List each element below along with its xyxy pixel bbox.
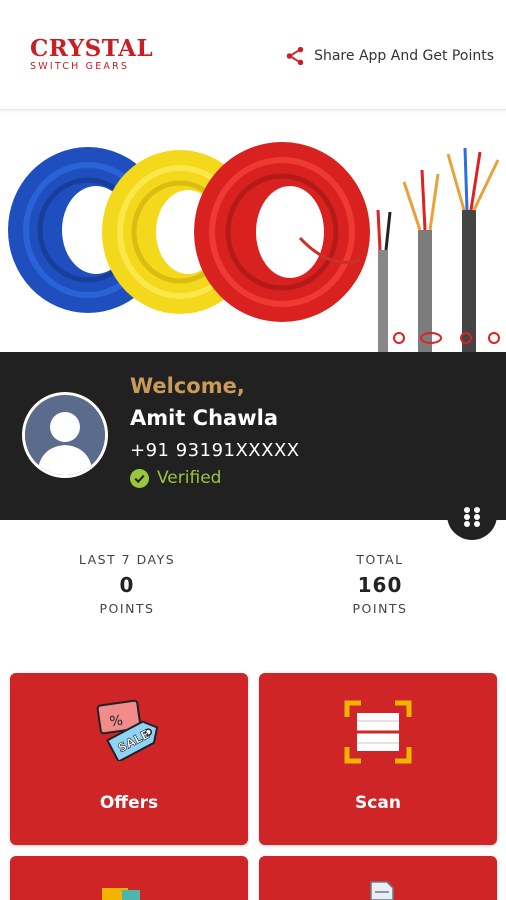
catalog-icon <box>102 888 140 900</box>
verified-label: Verified <box>157 468 222 488</box>
offers-tile[interactable]: % SALE Offers <box>10 673 248 845</box>
stat-value: 160 <box>357 573 403 597</box>
app-header: CRYSTAL SWITCH GEARS Share App And Get P… <box>0 0 506 110</box>
verified-badge: Verified <box>130 468 221 488</box>
logo-sub-text: SWITCH GEARS <box>30 61 130 72</box>
user-avatar-icon <box>25 395 105 475</box>
check-circle-icon <box>130 468 149 488</box>
menu-grid-button[interactable] <box>447 494 497 540</box>
logo-main-text: CRYSTAL <box>30 35 154 62</box>
welcome-text: Welcome, <box>130 374 245 398</box>
profile-panel: Welcome, Amit Chawla +91 93191XXXXX Veri… <box>0 352 506 520</box>
red-coil <box>194 142 370 322</box>
grid-dots-icon <box>464 507 480 527</box>
share-icon <box>286 46 304 66</box>
stat-value: 0 <box>119 573 135 597</box>
stat-label: TOTAL <box>356 552 404 567</box>
stat-total: TOTAL 160 POINTS <box>280 552 480 616</box>
offers-label: Offers <box>99 793 159 813</box>
catalog-tile[interactable] <box>10 856 248 900</box>
avatar[interactable] <box>22 392 108 478</box>
user-name: Amit Chawla <box>130 406 278 430</box>
scan-tile[interactable]: Scan <box>259 673 497 845</box>
share-label: Share App And Get Points <box>314 48 494 64</box>
cable-banner-image <box>0 120 506 352</box>
crystal-logo: CRYSTAL SWITCH GEARS <box>30 35 175 73</box>
document-tile[interactable] <box>259 856 497 900</box>
svg-text:%: % <box>109 713 124 731</box>
user-phone: +91 93191XXXXX <box>130 440 300 461</box>
offers-tag-icon: % SALE <box>96 699 159 761</box>
stat-last-7-days: LAST 7 DAYS 0 POINTS <box>27 552 227 616</box>
share-app-button[interactable]: Share App And Get Points <box>284 42 494 70</box>
cable-ends <box>376 147 500 352</box>
stat-unit: POINTS <box>352 601 408 616</box>
scan-label: Scan <box>355 793 401 813</box>
stat-unit: POINTS <box>99 601 155 616</box>
stat-label: LAST 7 DAYS <box>78 552 176 567</box>
document-icon <box>370 881 394 900</box>
scan-icon <box>344 700 412 764</box>
